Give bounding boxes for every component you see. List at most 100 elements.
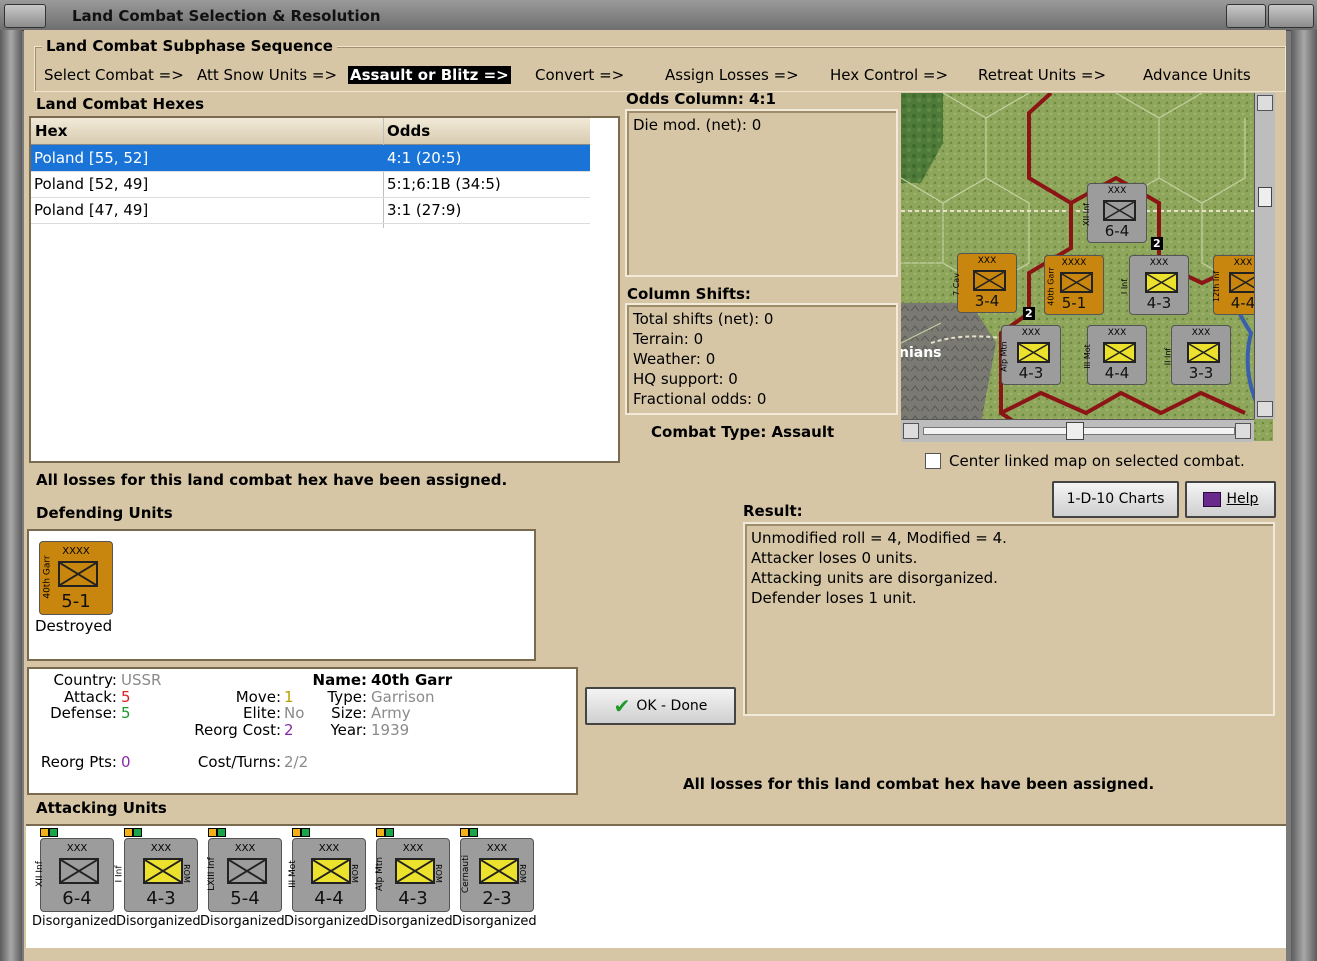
unit-type-icon (311, 858, 351, 884)
charts-button[interactable]: 1-D-10 Charts (1052, 481, 1179, 518)
column-shifts-panel: Total shifts (net): 0 Terrain: 0 Weather… (625, 303, 898, 415)
sequence-step: Hex Control => (830, 66, 949, 84)
unit-info-panel: Country: USSR Attack: 5 Defense: 5 Move:… (27, 667, 578, 795)
hex-cell: Poland [47, 49] (34, 201, 149, 219)
hex-cell: Poland [52, 49] (34, 175, 149, 193)
name-value: 40th Garr (371, 671, 453, 689)
unit-status-marker (469, 828, 478, 837)
unit-counter[interactable]: XXX Alp Mtn 4-3 ROM (375, 838, 450, 912)
unit-name-label: I Inf (1120, 278, 1130, 295)
unit-counter[interactable]: XXX II Inf 3-3 (1163, 325, 1231, 385)
unit-name-label: II Inf (1163, 347, 1173, 366)
name-key: Name: (312, 671, 367, 689)
scroll-up-arrow[interactable] (1257, 95, 1273, 111)
table-row[interactable]: Poland [55, 52] 4:1 (20:5) (31, 145, 590, 172)
charts-button-label: 1-D-10 Charts (1066, 491, 1165, 507)
map-horizontal-scrollbar[interactable] (901, 419, 1254, 442)
hexes-table-header: Hex Odds (31, 118, 590, 145)
checkmark-icon: ✔ (613, 694, 631, 718)
unit-size-label: XXX (1107, 186, 1127, 196)
center-map-label: Center linked map on selected combat. (949, 452, 1245, 470)
center-map-checkbox[interactable] (925, 453, 941, 469)
result-line-attacker: Attacker loses 0 units. (751, 549, 918, 567)
unit-strength: 4-3 (1146, 294, 1172, 312)
odds-cell: 4:1 (20:5) (387, 149, 462, 167)
combat-map[interactable]: XXX XII Inf 6-4 XXX 7 Cav 3-4 XXXX 40th Garr 5-1… (901, 93, 1273, 441)
unit-counter[interactable]: XXXX 40th Garr 5-1 (1044, 255, 1104, 315)
unit-strength: 3-3 (1188, 364, 1214, 382)
book-icon (1202, 491, 1221, 507)
scroll-left-arrow[interactable] (903, 423, 919, 439)
table-row[interactable]: Poland [52, 49] 5:1;6:1B (34:5) (31, 171, 590, 198)
unit-status: Disorganized (284, 914, 369, 929)
hexes-title: Land Combat Hexes (36, 95, 205, 113)
unit-type-icon (58, 561, 98, 587)
attacking-title: Attacking Units (36, 799, 167, 817)
unit-strength: 4-3 (146, 888, 176, 909)
unit-size-label: XXX (486, 843, 508, 854)
help-button-label: Help (1226, 491, 1259, 507)
size-value: Army (371, 704, 411, 722)
sequence-step: Assign Losses => (665, 66, 799, 84)
country-value: USSR (121, 671, 162, 689)
ok-done-label: OK - Done (636, 698, 708, 714)
unit-nationality: ROM (181, 864, 191, 883)
scroll-right-arrow[interactable] (1235, 423, 1251, 439)
map-place-label: nians (901, 345, 942, 361)
reorg-pts-key: Reorg Pts: (40, 753, 117, 771)
unit-name-label: LXIII Inf (206, 857, 217, 891)
unit-counter[interactable]: XXX III Mot 4-4 (1083, 325, 1147, 385)
defense-key: Defense: (50, 704, 117, 722)
col-odds[interactable]: Odds (387, 122, 430, 140)
die-mod: Die mod. (net): 0 (633, 116, 762, 134)
horizontal-scroll-thumb[interactable] (1066, 422, 1084, 440)
unit-name-label: I Inf (114, 865, 125, 883)
unit-counter[interactable]: XXX XII Inf 6-4 (35, 838, 114, 912)
unit-name-label: III Mot (287, 860, 298, 888)
combat-type: Combat Type: Assault (651, 423, 835, 441)
unit-type-icon (1103, 200, 1136, 221)
unit-nationality: ROM (517, 864, 527, 883)
unit-strength: 4-4 (314, 888, 344, 909)
unit-counter[interactable]: XXX Cernauti 2-3 ROM (460, 838, 534, 912)
close-button[interactable] (1268, 4, 1314, 28)
unit-counter[interactable]: XXX LXIII Inf 5-4 (206, 838, 282, 912)
column-shifts-title: Column Shifts: (627, 285, 751, 303)
unit-status-marker (292, 828, 301, 837)
map-vertical-scrollbar[interactable] (1254, 93, 1275, 419)
result-panel: Unmodified roll = 4, Modified = 4. Attac… (743, 522, 1275, 716)
unit-status: Disorganized (452, 914, 537, 929)
elite-key: Elite: (243, 704, 281, 722)
vertical-scroll-thumb[interactable] (1258, 187, 1272, 207)
unit-type-icon (1103, 342, 1136, 363)
unit-status-marker (376, 828, 385, 837)
unit-counter[interactable]: XXX XII Inf 6-4 (1082, 183, 1147, 243)
unit-counter[interactable]: XXX I Inf 4-3 (1120, 255, 1189, 315)
unit-counter[interactable]: XXXX 40th Garr 5-1 (39, 541, 113, 615)
unit-counter[interactable]: XXX 7 Cav 3-4 (952, 253, 1017, 313)
shift-total: Total shifts (net): 0 (633, 310, 774, 328)
scroll-down-arrow[interactable] (1257, 401, 1273, 417)
unit-counter[interactable]: XXX I Inf 4-3 ROM (115, 838, 198, 912)
unit-strength: 3-4 (974, 292, 1000, 310)
unit-type-icon (227, 858, 267, 884)
sequence-step: Advance Units (1143, 66, 1251, 84)
ok-done-button[interactable]: ✔ OK - Done (585, 687, 736, 725)
attacking-units-box: XXX XII Inf 6-4 Disorganized XXX I Inf 4-3 ROM D… (26, 824, 1286, 948)
unit-size-label: XXX (234, 843, 256, 854)
unit-counter[interactable]: XXX Alp Mtn 4-3 (1000, 325, 1061, 385)
unit-status: Disorganized (116, 914, 201, 929)
unit-type-icon (395, 858, 435, 884)
odds-column-title: Odds Column: 4:1 (626, 90, 776, 108)
unit-type-icon (1145, 272, 1178, 293)
result-line-roll: Unmodified roll = 4, Modified = 4. (751, 529, 1007, 547)
table-row[interactable]: Poland [47, 49] 3:1 (27:9) (31, 197, 590, 224)
losses-assigned-message-2: All losses for this land combat hex have… (683, 775, 1155, 793)
help-button[interactable]: Help (1185, 481, 1276, 518)
unit-size-label: XXX (402, 843, 424, 854)
system-menu-button[interactable] (4, 4, 46, 28)
col-hex[interactable]: Hex (35, 122, 67, 140)
minimize-button[interactable] (1226, 4, 1266, 28)
title-bar: Land Combat Selection & Resolution (0, 0, 1317, 31)
unit-counter[interactable]: XXX III Mot 4-4 ROM (288, 838, 366, 912)
